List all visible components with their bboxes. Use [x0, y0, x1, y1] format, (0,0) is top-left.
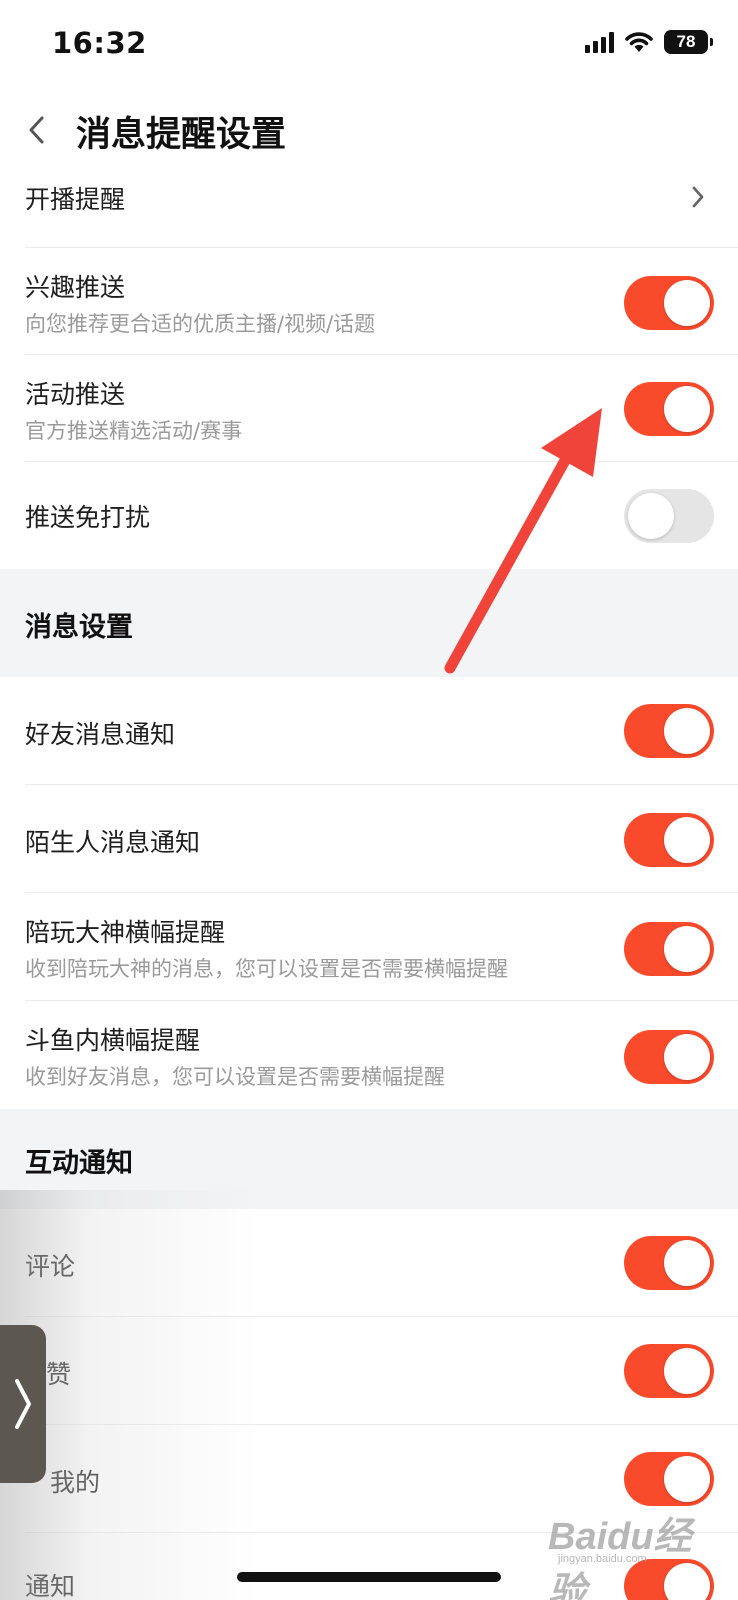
like-row: 赞	[0, 1317, 738, 1425]
wifi-icon	[625, 32, 653, 52]
baidu-watermark: Baidu经验 jingyan.baidu.com	[548, 1505, 698, 1600]
row-label: 好友消息通知	[25, 720, 176, 749]
row-subtitle: 收到好友消息，您可以设置是否需要横幅提醒	[25, 1065, 445, 1089]
push-do-not-disturb-row: 推送免打扰	[0, 462, 738, 569]
mine-toggle[interactable]	[624, 1452, 714, 1506]
toggle-knob	[664, 708, 710, 754]
status-time: 16:32	[52, 26, 147, 60]
activity-push-toggle[interactable]	[624, 382, 714, 436]
row-label: 陌生人消息通知	[25, 828, 201, 857]
toggle-knob	[628, 493, 674, 539]
nav-bar: 消息提醒设置	[0, 92, 738, 170]
interest-push-toggle[interactable]	[624, 276, 714, 330]
in-app-banner-toggle[interactable]	[624, 1030, 714, 1084]
toggle-knob	[664, 1034, 710, 1080]
toggle-knob	[664, 1240, 710, 1286]
row-subtitle: 官方推送精选活动/赛事	[25, 419, 243, 443]
like-toggle[interactable]	[624, 1344, 714, 1398]
row-label: 活动推送	[25, 380, 126, 409]
row-label: 赞	[46, 1360, 72, 1389]
watermark-url: jingyan.baidu.com	[558, 1553, 647, 1565]
toggle-knob	[664, 1348, 710, 1394]
stranger-message-row: 陌生人消息通知	[0, 785, 738, 893]
cellular-signal-icon	[585, 31, 614, 53]
friend-message-toggle[interactable]	[624, 704, 714, 758]
interaction-notifications-header: 互动通知	[0, 1109, 738, 1209]
companion-banner-toggle[interactable]	[624, 922, 714, 976]
row-label: 陪玩大神横幅提醒	[25, 918, 226, 947]
row-label: 斗鱼内横幅提醒	[25, 1026, 201, 1055]
friend-message-row: 好友消息通知	[0, 677, 738, 785]
row-label: 我的	[50, 1468, 101, 1497]
row-label: 开播提醒	[25, 185, 126, 214]
toggle-knob	[664, 1456, 710, 1502]
toggle-knob	[664, 817, 710, 863]
page-title: 消息提醒设置	[76, 115, 287, 155]
chevron-right-icon	[692, 186, 704, 208]
row-label: 推送免打扰	[25, 503, 151, 532]
row-label: 兴趣推送	[25, 273, 126, 302]
back-arrow-icon[interactable]	[22, 112, 52, 148]
floating-side-tab[interactable]	[0, 1325, 46, 1483]
interest-push-row: 兴趣推送 向您推荐更合适的优质主播/视频/话题	[0, 248, 738, 355]
status-bar: 16:32 78	[0, 0, 738, 92]
activity-push-row: 活动推送 官方推送精选活动/赛事	[0, 355, 738, 462]
toggle-knob	[664, 280, 710, 326]
battery-icon: 78	[664, 30, 713, 54]
message-settings-header: 消息设置	[0, 569, 738, 677]
row-label: 通知	[25, 1572, 76, 1600]
section-title: 互动通知	[25, 1148, 133, 1179]
in-app-banner-row: 斗鱼内横幅提醒 收到好友消息，您可以设置是否需要横幅提醒	[0, 1001, 738, 1109]
row-subtitle: 收到陪玩大神的消息，您可以设置是否需要横幅提醒	[25, 957, 508, 981]
stranger-message-toggle[interactable]	[624, 813, 714, 867]
section-title: 消息设置	[25, 612, 133, 643]
status-icons: 78	[585, 30, 713, 54]
comment-row: 评论	[0, 1209, 738, 1317]
companion-banner-row: 陪玩大神横幅提醒 收到陪玩大神的消息，您可以设置是否需要横幅提醒	[0, 893, 738, 1001]
row-label: 评论	[25, 1252, 76, 1281]
push-do-not-disturb-toggle[interactable]	[624, 489, 714, 543]
chevron-right-icon	[15, 1379, 31, 1429]
comment-toggle[interactable]	[624, 1236, 714, 1290]
toggle-knob	[664, 386, 710, 432]
row-subtitle: 向您推荐更合适的优质主播/视频/话题	[25, 312, 376, 336]
home-indicator[interactable]	[237, 1572, 501, 1582]
toggle-knob	[664, 926, 710, 972]
live-reminder-row[interactable]: 开播提醒	[0, 170, 738, 248]
